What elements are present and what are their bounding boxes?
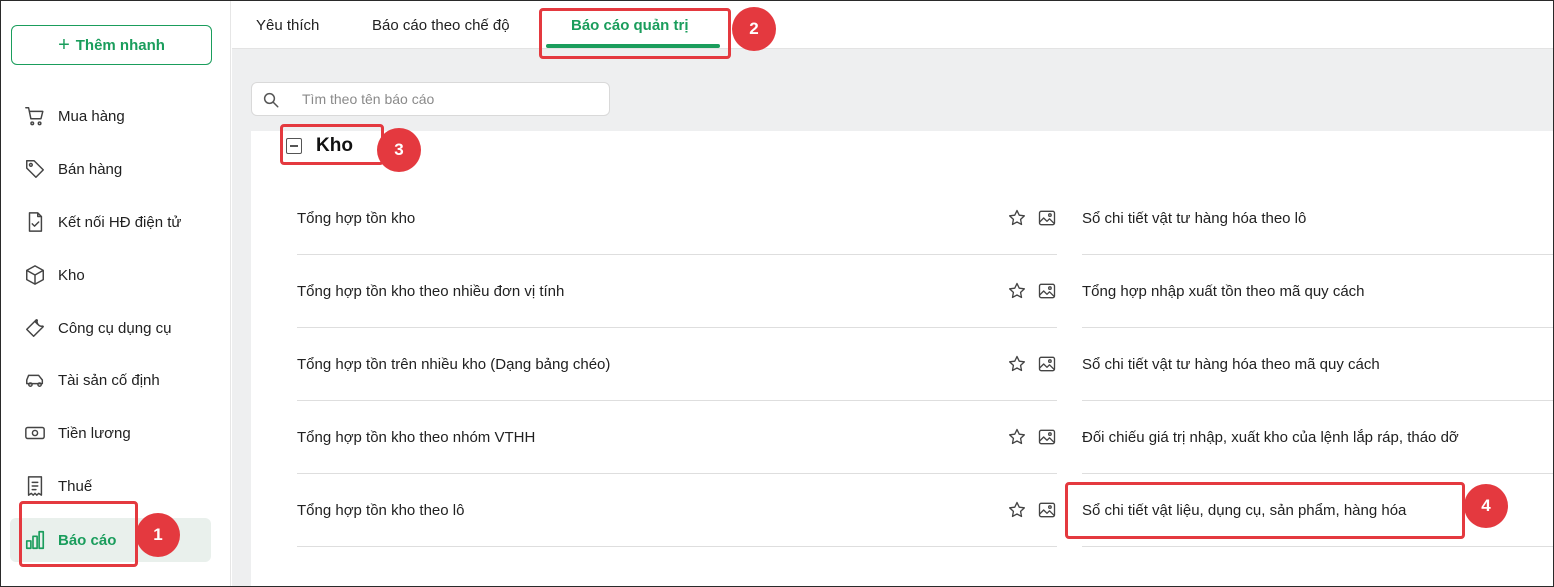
star-icon[interactable] xyxy=(1007,427,1027,447)
sidebar-item-label: Tiền lương xyxy=(58,424,131,442)
report-row[interactable]: Tổng hợp nhập xuất tồn theo mã quy cách xyxy=(1082,255,1553,328)
image-icon[interactable] xyxy=(1037,427,1057,447)
report-search[interactable] xyxy=(251,82,610,116)
box-icon xyxy=(26,265,44,285)
report-tabs: Yêu thích Báo cáo theo chế độ Báo cáo qu… xyxy=(232,1,1553,49)
sidebar-item-label: Mua hàng xyxy=(58,107,125,125)
report-row[interactable]: Tổng hợp tồn kho theo lô xyxy=(297,474,1057,547)
star-icon[interactable] xyxy=(1007,354,1027,374)
image-icon[interactable] xyxy=(1037,354,1057,374)
report-name: Sổ chi tiết vật tư hàng hóa theo mã quy … xyxy=(1082,355,1380,373)
report-name: Tổng hợp tồn kho theo nhiều đơn vị tính xyxy=(297,282,565,300)
search-input[interactable] xyxy=(302,87,602,111)
report-name: Tổng hợp nhập xuất tồn theo mã quy cách xyxy=(1082,282,1365,300)
star-icon[interactable] xyxy=(1007,281,1027,301)
step-badge-1: 1 xyxy=(136,513,180,557)
sidebar-item-label: Công cụ dụng cụ xyxy=(58,319,172,337)
cart-icon xyxy=(25,107,44,126)
star-icon[interactable] xyxy=(1007,208,1027,228)
search-icon xyxy=(263,92,279,108)
tab-bao-cao-theo-che-do[interactable]: Báo cáo theo chế độ xyxy=(372,1,510,49)
sidebar-item-label: Kết nối HĐ điện tử xyxy=(58,213,182,231)
report-name: Tổng hợp tồn kho xyxy=(297,209,416,227)
highlight-box-4 xyxy=(1065,482,1465,539)
quick-add-button[interactable]: + Thêm nhanh xyxy=(11,25,212,65)
sidebar-item-tien-luong[interactable]: Tiền lương xyxy=(10,411,211,455)
plus-icon: + xyxy=(58,34,70,56)
report-name: Tổng hợp tồn trên nhiều kho (Dạng bảng c… xyxy=(297,355,611,373)
sidebar-item-kho[interactable]: Kho xyxy=(10,253,211,297)
tab-yeu-thich[interactable]: Yêu thích xyxy=(256,1,319,49)
image-icon[interactable] xyxy=(1037,208,1057,228)
quick-add-label: Thêm nhanh xyxy=(75,36,165,54)
highlight-box-3 xyxy=(280,124,384,165)
sidebar-item-label: Tài sản cố định xyxy=(58,371,160,389)
car-icon xyxy=(26,374,44,387)
step-badge-4: 4 xyxy=(1464,484,1508,528)
report-name: Đối chiếu giá trị nhập, xuất kho của lện… xyxy=(1082,428,1459,446)
report-row[interactable]: Sổ chi tiết vật tư hàng hóa theo mã quy … xyxy=(1082,328,1553,401)
report-row[interactable]: Đối chiếu giá trị nhập, xuất kho của lện… xyxy=(1082,401,1553,474)
cash-icon xyxy=(25,426,45,440)
step-badge-3: 3 xyxy=(377,128,421,172)
wrench-icon xyxy=(26,319,44,337)
sidebar-item-mua-hang[interactable]: Mua hàng xyxy=(10,94,211,138)
report-row[interactable]: Tổng hợp tồn trên nhiều kho (Dạng bảng c… xyxy=(297,328,1057,401)
sidebar-item-label: Kho xyxy=(58,266,85,284)
step-badge-2: 2 xyxy=(732,7,776,51)
report-row[interactable]: Tổng hợp tồn kho theo nhiều đơn vị tính xyxy=(297,255,1057,328)
tag-icon xyxy=(26,160,44,178)
report-row[interactable]: Tổng hợp tồn kho theo nhóm VTHH xyxy=(297,401,1057,474)
sidebar-item-ket-noi-hd[interactable]: Kết nối HĐ điện tử xyxy=(10,200,211,244)
star-icon[interactable] xyxy=(1007,500,1027,520)
image-icon[interactable] xyxy=(1037,500,1057,520)
sidebar-item-cong-cu[interactable]: Công cụ dụng cụ xyxy=(10,306,211,350)
highlight-box-1 xyxy=(19,501,138,567)
report-name: Tổng hợp tồn kho theo lô xyxy=(297,501,465,519)
report-row[interactable]: Tổng hợp tồn kho xyxy=(297,182,1057,255)
sidebar-item-label: Bán hàng xyxy=(58,160,123,178)
receipt-icon xyxy=(27,476,43,496)
sidebar-item-ban-hang[interactable]: Bán hàng xyxy=(10,147,211,191)
report-name: Tổng hợp tồn kho theo nhóm VTHH xyxy=(297,428,536,446)
sidebar-item-label: Thuế xyxy=(58,477,93,495)
highlight-box-2 xyxy=(539,8,731,59)
sidebar-item-tai-san[interactable]: Tài sản cố định xyxy=(10,358,211,402)
report-row[interactable]: Sổ chi tiết vật tư hàng hóa theo lô xyxy=(1082,182,1553,255)
image-icon[interactable] xyxy=(1037,281,1057,301)
invoice-check-icon xyxy=(28,212,43,232)
report-name: Sổ chi tiết vật tư hàng hóa theo lô xyxy=(1082,209,1307,227)
